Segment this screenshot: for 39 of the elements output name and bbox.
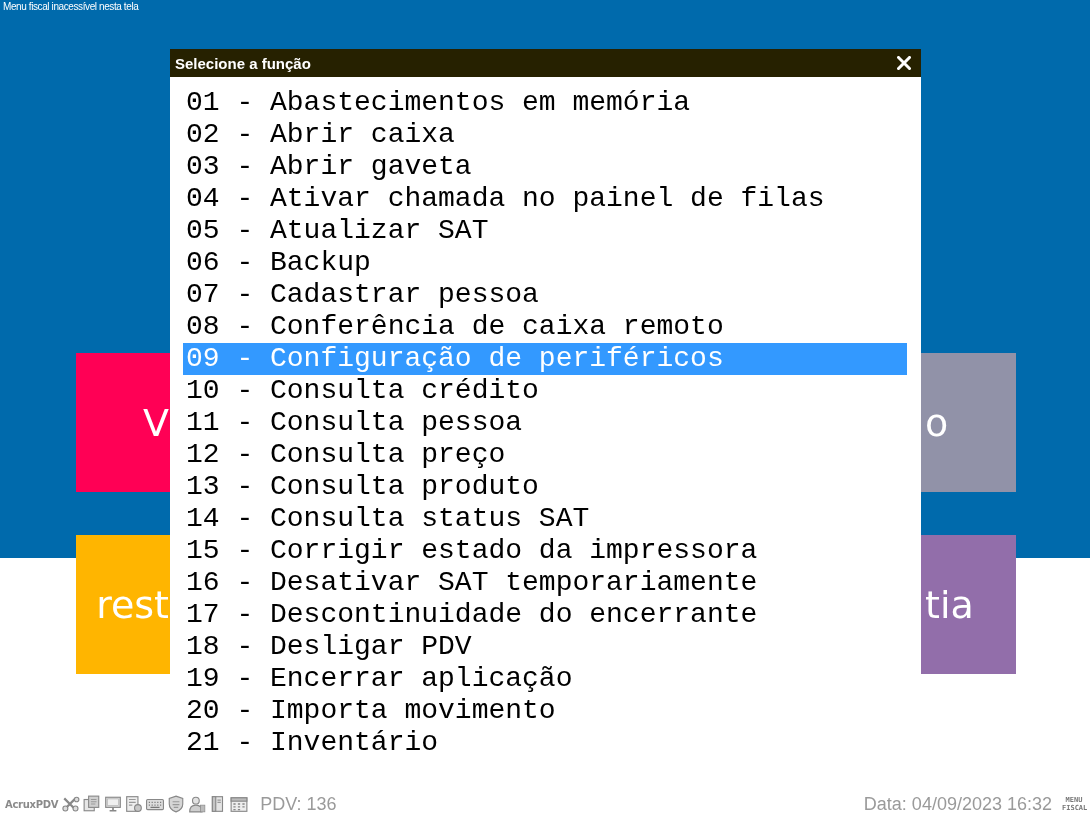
menu-item[interactable]: 07 - Cadastrar pessoa — [183, 279, 907, 311]
menu-item[interactable]: 03 - Abrir gaveta — [183, 151, 907, 183]
tile[interactable]: tia — [921, 535, 1016, 674]
menu-item[interactable]: 04 - Ativar chamada no painel de filas — [183, 183, 907, 215]
menu-item[interactable]: 15 - Corrigir estado da impressora — [183, 535, 907, 567]
notice-text: Menu fiscal inacessível nesta tela — [2, 0, 139, 12]
menu-item[interactable]: 13 - Consulta produto — [183, 471, 907, 503]
menu-item[interactable]: 06 - Backup — [183, 247, 907, 279]
tile-label: tia — [925, 585, 974, 624]
menu-item[interactable]: 21 - Inventário — [183, 727, 907, 759]
tile-label: o — [925, 403, 949, 442]
app-name: AcruxPDV — [5, 798, 59, 810]
menu-item[interactable]: 05 - Atualizar SAT — [183, 215, 907, 247]
pdv-number: PDV: 136 — [260, 793, 337, 815]
date-time: Data: 04/09/2023 16:32 — [863, 793, 1052, 815]
menu-item[interactable]: 19 - Encerrar aplicação — [183, 663, 907, 695]
menu-item[interactable]: 16 - Desativar SAT temporariamente — [183, 567, 907, 599]
monitor-icon[interactable] — [104, 795, 123, 813]
menu-item[interactable]: 11 - Consulta pessoa — [183, 407, 907, 439]
menu-item[interactable]: 02 - Abrir caixa — [183, 119, 907, 151]
documents-icon[interactable] — [83, 795, 102, 813]
menu-item[interactable]: 18 - Desligar PDV — [183, 631, 907, 663]
menu-item[interactable]: 20 - Importa movimento — [183, 695, 907, 727]
tile-label: V — [143, 403, 169, 442]
close-icon[interactable] — [897, 56, 911, 70]
tile[interactable]: V — [76, 353, 170, 492]
calendar-icon[interactable] — [230, 795, 249, 813]
menu-item[interactable]: 17 - Descontinuidade do encerrante — [183, 599, 907, 631]
dialog-title: Selecione a função — [175, 54, 311, 72]
tile-label: rest — [96, 585, 169, 624]
person-icon[interactable] — [188, 795, 207, 813]
menu-item[interactable]: 14 - Consulta status SAT — [183, 503, 907, 535]
menu-item[interactable]: 12 - Consulta preço — [183, 439, 907, 471]
shield-icon[interactable] — [167, 795, 186, 813]
tools-icon[interactable] — [62, 795, 81, 813]
form-icon[interactable] — [125, 795, 144, 813]
menu-item[interactable]: 01 - Abastecimentos em memória — [183, 87, 907, 119]
menu-item[interactable]: 08 - Conferência de caixa remoto — [183, 311, 907, 343]
menu-item[interactable]: 10 - Consulta crédito — [183, 375, 907, 407]
